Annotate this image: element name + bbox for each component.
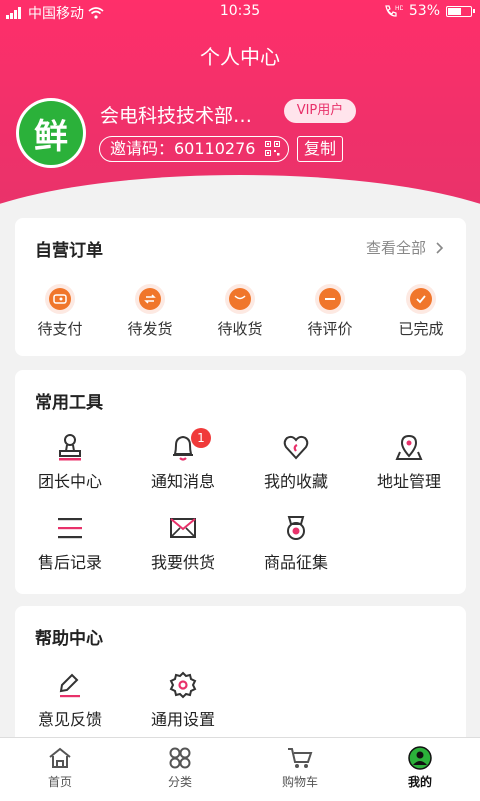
tool-label: 我的收藏: [263, 472, 328, 491]
tools-title: 常用工具: [35, 393, 103, 413]
bottom-tab-bar: 首页 分类 购物车 我的: [0, 737, 480, 801]
order-pending-review[interactable]: 待评价: [295, 284, 365, 339]
tool-after-sales[interactable]: 售后记录: [20, 513, 120, 573]
tool-product-collection[interactable]: 商品征集: [246, 513, 346, 573]
chevron-right-icon: [436, 241, 444, 254]
tab-label: 首页: [47, 775, 72, 789]
tool-label: 通知消息: [150, 472, 215, 491]
order-label: 待支付: [37, 320, 83, 338]
tools-card: 常用工具 团长中心 1 通知消息 我的收藏 地址管理 售后记录 我要供货 商品征…: [15, 370, 466, 594]
comment-icon: [315, 284, 345, 314]
battery-percent: 53%: [408, 3, 440, 19]
order-label: 已完成: [398, 320, 444, 338]
copy-button[interactable]: 复制: [297, 136, 343, 162]
username: 会电科技技术部…: [100, 105, 253, 127]
category-icon: [169, 747, 191, 769]
order-pending-payment[interactable]: 待支付: [25, 284, 95, 339]
help-feedback[interactable]: 意见反馈: [20, 670, 120, 730]
status-bar: 中国移动 10:35 HD 53%: [0, 0, 480, 24]
battery-icon: [446, 5, 475, 17]
check-icon: [406, 284, 436, 314]
view-all-orders-link[interactable]: 查看全部: [366, 237, 444, 258]
user-icon: [408, 746, 432, 770]
tab-mine[interactable]: 我的: [380, 746, 460, 790]
envelope-icon: [170, 518, 196, 538]
page-title: 个人中心: [200, 45, 280, 69]
tab-label: 我的: [407, 775, 432, 789]
vip-badge: VIP用户: [284, 99, 356, 123]
exchange-icon: [135, 284, 165, 314]
order-pending-shipment[interactable]: 待发货: [115, 284, 185, 339]
tool-label: 商品征集: [263, 553, 328, 572]
order-pending-receipt[interactable]: 待收货: [205, 284, 275, 339]
edit-icon: [59, 673, 80, 698]
tab-category[interactable]: 分类: [140, 746, 220, 790]
profile-header: 个人中心 鲜 会电科技技术部… VIP用户 邀请码：60110276 复制: [0, 0, 480, 210]
help-settings[interactable]: 通用设置: [133, 670, 233, 730]
header-curve: [0, 175, 480, 210]
tool-label: 售后记录: [37, 553, 102, 572]
tool-leader-center[interactable]: 团长中心: [20, 432, 120, 492]
tool-label: 地址管理: [376, 472, 441, 491]
invite-code-text: 邀请码：60110276: [110, 139, 256, 158]
invite-code[interactable]: 邀请码：60110276: [99, 136, 289, 162]
orders-card: 自营订单 查看全部 待支付 待发货 待收货 待评价 已完成: [15, 218, 466, 356]
avatar[interactable]: 鲜: [16, 98, 86, 168]
tool-label: 我要供货: [150, 553, 215, 572]
tab-cart[interactable]: 购物车: [260, 746, 340, 790]
notification-badge: 1: [191, 428, 211, 448]
medal-icon: [287, 516, 305, 540]
tab-home[interactable]: 首页: [20, 746, 100, 790]
map-pin-icon: [395, 434, 423, 460]
orders-title: 自营订单: [35, 241, 103, 261]
svg-text:HD: HD: [395, 5, 403, 12]
avatar-logo: 鲜: [19, 101, 83, 165]
tool-supply[interactable]: 我要供货: [133, 513, 233, 573]
help-card: 帮助中心 意见反馈 通用设置: [15, 606, 466, 756]
help-title: 帮助中心: [35, 629, 103, 649]
qr-code-icon[interactable]: [265, 141, 280, 156]
list-icon: [58, 518, 82, 539]
box-icon: [225, 284, 255, 314]
wallet-icon: [45, 284, 75, 314]
order-label: 待评价: [307, 320, 353, 338]
cart-icon: [288, 748, 313, 768]
gear-icon: [169, 671, 197, 699]
order-label: 待收货: [217, 320, 263, 338]
tool-label: 团长中心: [37, 472, 102, 491]
heart-icon: [283, 435, 309, 460]
hd-call-icon: HD: [385, 5, 403, 17]
order-label: 待发货: [127, 320, 173, 338]
home-icon: [49, 747, 71, 768]
tool-label: 意见反馈: [37, 710, 102, 729]
view-all-label: 查看全部: [365, 239, 426, 257]
tab-label: 购物车: [281, 775, 318, 789]
tool-address-management[interactable]: 地址管理: [359, 432, 459, 492]
tool-label: 通用设置: [150, 710, 215, 729]
tab-label: 分类: [167, 775, 192, 789]
order-completed[interactable]: 已完成: [386, 284, 456, 339]
tool-favorites[interactable]: 我的收藏: [246, 432, 346, 492]
tool-notifications[interactable]: 1 通知消息: [133, 428, 233, 492]
stamp-icon: [59, 434, 81, 461]
